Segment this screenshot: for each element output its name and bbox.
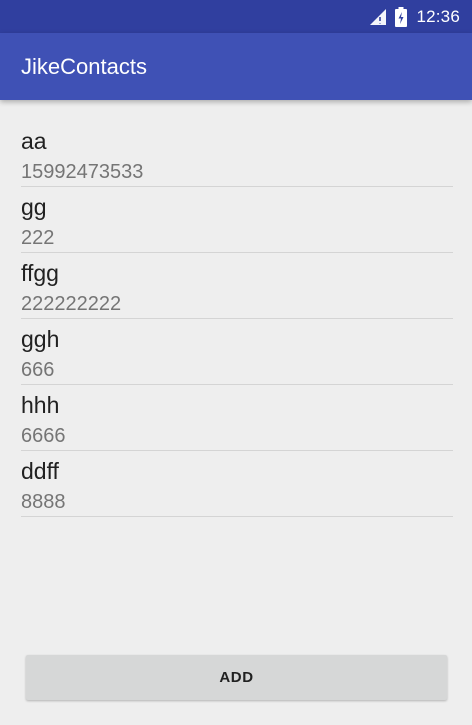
contact-item[interactable]: aa 15992473533	[21, 121, 453, 187]
contact-phone: 6666	[21, 425, 66, 447]
contact-phone: 222	[21, 227, 55, 249]
contact-name: hhh	[21, 392, 60, 418]
status-bar: 12:36	[0, 0, 472, 33]
contact-name: gg	[21, 194, 47, 220]
contact-item[interactable]: ddff 8888	[21, 451, 453, 517]
signal-icon	[369, 8, 387, 26]
status-clock: 12:36	[416, 6, 460, 26]
contact-name: ddff	[21, 458, 59, 484]
status-icons: 12:36	[369, 0, 460, 33]
contact-item[interactable]: gg 222	[21, 187, 453, 253]
app-bar: JikeContacts	[0, 33, 472, 100]
add-button[interactable]: ADD	[26, 655, 447, 700]
contact-name: ffgg	[21, 260, 59, 286]
contact-item[interactable]: ffgg 222222222	[21, 253, 453, 319]
contact-item[interactable]: ggh 666	[21, 319, 453, 385]
battery-charging-icon	[395, 6, 408, 27]
contact-phone: 222222222	[21, 293, 122, 315]
contact-list: aa 15992473533 gg 222 ffgg 222222222 ggh…	[21, 121, 453, 517]
contact-phone: 15992473533	[21, 161, 144, 183]
contact-phone: 8888	[21, 491, 66, 513]
contact-name: ggh	[21, 326, 60, 352]
contact-phone: 666	[21, 359, 55, 381]
contact-name: aa	[21, 128, 47, 154]
contact-item[interactable]: hhh 6666	[21, 385, 453, 451]
app-title: JikeContacts	[21, 54, 147, 79]
